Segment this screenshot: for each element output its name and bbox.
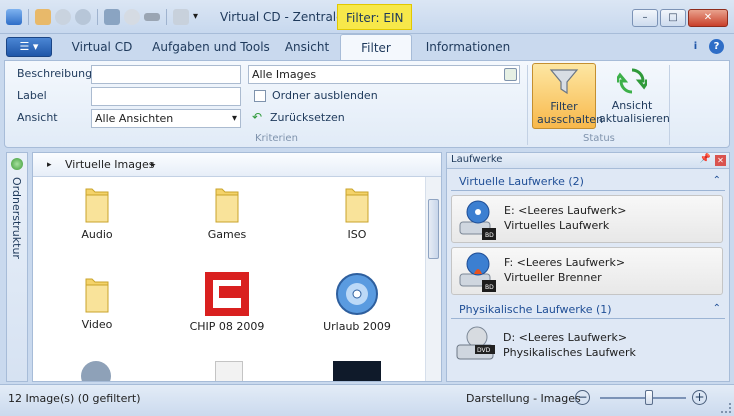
folder-icon bbox=[215, 188, 239, 223]
drive-item-d[interactable]: DVD D: <Leeres Laufwerk> Physikalisches … bbox=[451, 323, 723, 371]
maximize-button[interactable]: □ bbox=[660, 9, 686, 27]
ribbon-panel: Beschreibung Label Ansicht Alle Ansichte… bbox=[4, 60, 730, 148]
zoom-slider-track[interactable] bbox=[600, 397, 686, 399]
criteria-group-label: Kriterien bbox=[255, 133, 298, 144]
bluray-disc-icon bbox=[336, 273, 378, 315]
folder-structure-label: Ordnerstruktur bbox=[10, 177, 23, 259]
filter-off-button[interactable]: Filter ausschalten bbox=[532, 63, 603, 129]
filter-status-badge: Filter: EIN bbox=[337, 4, 413, 30]
bluray-burner-icon: BD bbox=[459, 252, 496, 292]
drive-icon[interactable] bbox=[144, 13, 160, 21]
folder-icon bbox=[345, 188, 369, 223]
customize-toolbar-icon[interactable]: ▾ bbox=[193, 9, 201, 25]
sync-icon[interactable] bbox=[75, 9, 91, 25]
image-folder-item[interactable]: Video bbox=[47, 271, 147, 331]
images-view: ▸ Virtuelle Images ▸ Audio Games ISO Vid… bbox=[32, 152, 442, 382]
window-title: Virtual CD - Zentrale bbox=[220, 10, 344, 24]
title-bar: ▾ Virtual CD - Zentrale Filter: EIN – □ … bbox=[0, 0, 734, 34]
drive-item-f[interactable]: BD F: <Leeres Laufwerk> Virtueller Brenn… bbox=[451, 247, 723, 295]
tab-information[interactable]: Informationen bbox=[420, 34, 516, 60]
collapse-icon[interactable]: ⌃ bbox=[713, 303, 721, 314]
zoom-out-button[interactable]: − bbox=[575, 390, 590, 405]
image-count-text: 12 Image(s) (0 gefiltert) bbox=[8, 392, 141, 405]
window-controls: – □ ✕ bbox=[632, 9, 728, 27]
view-label: Ansicht bbox=[17, 111, 58, 124]
disc-icon[interactable] bbox=[124, 9, 140, 25]
status-bar: 12 Image(s) (0 gefiltert) Darstellung - … bbox=[0, 384, 734, 416]
image-picker-icon[interactable] bbox=[504, 68, 517, 81]
status-group-label: Status bbox=[583, 133, 615, 144]
image-item[interactable] bbox=[211, 361, 251, 381]
physical-drives-section[interactable]: Physikalische Laufwerke (1) ⌃ bbox=[451, 303, 725, 319]
drives-panel-header: Laufwerke 📌 ✕ bbox=[447, 153, 729, 169]
image-item[interactable] bbox=[73, 361, 119, 381]
panel-close-icon[interactable]: ✕ bbox=[715, 155, 726, 166]
open-icon[interactable] bbox=[35, 9, 51, 25]
image-folder-item[interactable]: ISO bbox=[307, 181, 407, 241]
image-folder-item[interactable]: Games bbox=[177, 181, 277, 241]
close-button[interactable]: ✕ bbox=[688, 9, 728, 27]
scrollbar-thumb[interactable] bbox=[428, 199, 439, 259]
folder-structure-pane[interactable]: Ordnerstruktur bbox=[6, 152, 28, 382]
breadcrumb-arrow-icon[interactable]: ▸ bbox=[151, 160, 156, 170]
virtual-drives-section[interactable]: Virtuelle Laufwerke (2) ⌃ bbox=[451, 175, 725, 191]
quick-access-toolbar: ▾ bbox=[6, 9, 201, 25]
breadcrumb: ▸ Virtuelle Images ▸ bbox=[33, 153, 441, 177]
drives-panel: Laufwerke 📌 ✕ Virtuelle Laufwerke (2) ⌃ … bbox=[446, 152, 730, 382]
hide-folders-label: Ordner ausblenden bbox=[272, 89, 378, 102]
tab-filter[interactable]: Filter bbox=[340, 34, 412, 60]
folder-icon bbox=[85, 278, 109, 313]
help-icon[interactable]: ? bbox=[709, 39, 724, 54]
drive-item-e[interactable]: BD E: <Leeres Laufwerk> Virtuelles Laufw… bbox=[451, 195, 723, 243]
zoom-in-button[interactable]: + bbox=[692, 390, 707, 405]
resize-grip-icon[interactable] bbox=[721, 403, 731, 413]
disc-icon bbox=[215, 361, 243, 381]
minimize-button[interactable]: – bbox=[632, 9, 658, 27]
description-label: Beschreibung bbox=[17, 67, 93, 80]
images-select[interactable]: Alle Images bbox=[248, 65, 520, 84]
chip-logo-icon bbox=[205, 272, 249, 316]
ribbon-tabs: ☰ ▾ Virtual CD Aufgaben und Tools Ansich… bbox=[0, 34, 734, 60]
app-menu-button[interactable]: ☰ ▾ bbox=[6, 37, 52, 57]
breadcrumb-item[interactable]: Virtuelle Images bbox=[65, 158, 154, 171]
edit-icon[interactable] bbox=[173, 9, 189, 25]
svg-text:DVD: DVD bbox=[477, 347, 491, 354]
svg-text:BD: BD bbox=[485, 232, 494, 239]
collapse-icon[interactable]: ⌃ bbox=[713, 175, 721, 186]
image-item[interactable] bbox=[333, 361, 381, 381]
pane-status-icon bbox=[11, 158, 23, 170]
zoom-slider-thumb[interactable] bbox=[645, 390, 653, 405]
dvd-drive-icon: DVD bbox=[456, 326, 495, 360]
drives-panel-title: Laufwerke bbox=[451, 154, 503, 165]
image-item[interactable]: Urlaub 2009 bbox=[307, 271, 407, 333]
label-field[interactable] bbox=[91, 87, 241, 106]
image-icon[interactable] bbox=[104, 9, 120, 25]
label-label: Label bbox=[17, 89, 47, 102]
disc-icon bbox=[81, 361, 111, 381]
hide-folders-checkbox[interactable] bbox=[254, 90, 266, 102]
refresh-icon bbox=[613, 68, 651, 94]
pin-icon[interactable]: 📌 bbox=[700, 154, 711, 164]
view-select[interactable]: Alle Ansichten bbox=[91, 109, 241, 128]
folder-icon bbox=[85, 188, 109, 223]
app-logo-icon bbox=[6, 9, 22, 25]
tab-view[interactable]: Ansicht bbox=[280, 34, 334, 60]
image-item[interactable]: CHIP 08 2009 bbox=[177, 271, 277, 333]
image-folder-item[interactable]: Audio bbox=[47, 181, 147, 241]
breadcrumb-arrow-icon[interactable]: ▸ bbox=[47, 160, 52, 170]
search-icon[interactable] bbox=[55, 9, 71, 25]
tab-virtual-cd[interactable]: Virtual CD bbox=[64, 34, 140, 60]
svg-text:BD: BD bbox=[485, 284, 494, 291]
info-icon[interactable]: i bbox=[688, 39, 703, 54]
description-field[interactable] bbox=[91, 65, 241, 84]
funnel-icon bbox=[549, 69, 579, 95]
content-scrollbar[interactable] bbox=[425, 177, 441, 381]
dark-cover-icon bbox=[333, 361, 381, 381]
display-mode-text: Darstellung - Images bbox=[466, 392, 581, 405]
tab-tasks-tools[interactable]: Aufgaben und Tools bbox=[148, 34, 274, 60]
bluray-drive-icon: BD bbox=[459, 200, 496, 240]
undo-arrow-icon: ↶ bbox=[252, 110, 263, 124]
refresh-view-button[interactable]: Ansicht aktualisieren bbox=[599, 63, 670, 129]
